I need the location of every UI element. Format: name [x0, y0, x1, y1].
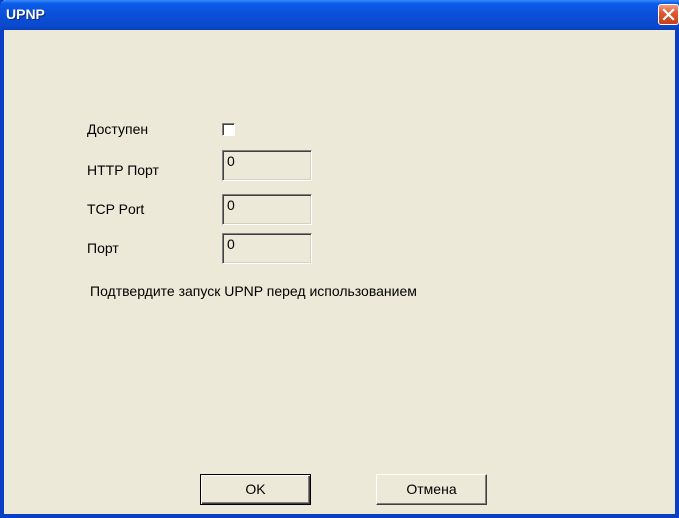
tcp-port-label: TCP Port — [87, 201, 145, 217]
port-label: Порт — [87, 240, 119, 256]
close-button[interactable] — [658, 4, 679, 25]
ok-button[interactable]: OK — [200, 474, 311, 505]
http-port-label: HTTP Порт — [87, 162, 159, 178]
window-title: UPNP — [6, 6, 45, 22]
tcp-port-field[interactable]: 0 — [222, 194, 312, 225]
hint-text: Подтвердите запуск UPNP перед использова… — [90, 283, 417, 299]
upnp-dialog: UPNP Доступен HTTP Порт 0 TCP Port 0 Пор… — [0, 0, 679, 518]
port-field[interactable]: 0 — [222, 233, 312, 264]
http-port-field[interactable]: 0 — [222, 150, 312, 181]
cancel-button[interactable]: Отмена — [376, 474, 487, 505]
enabled-label: Доступен — [87, 121, 149, 137]
title-bar[interactable]: UPNP — [0, 0, 679, 30]
close-icon — [662, 8, 675, 21]
enabled-checkbox[interactable] — [222, 123, 235, 136]
